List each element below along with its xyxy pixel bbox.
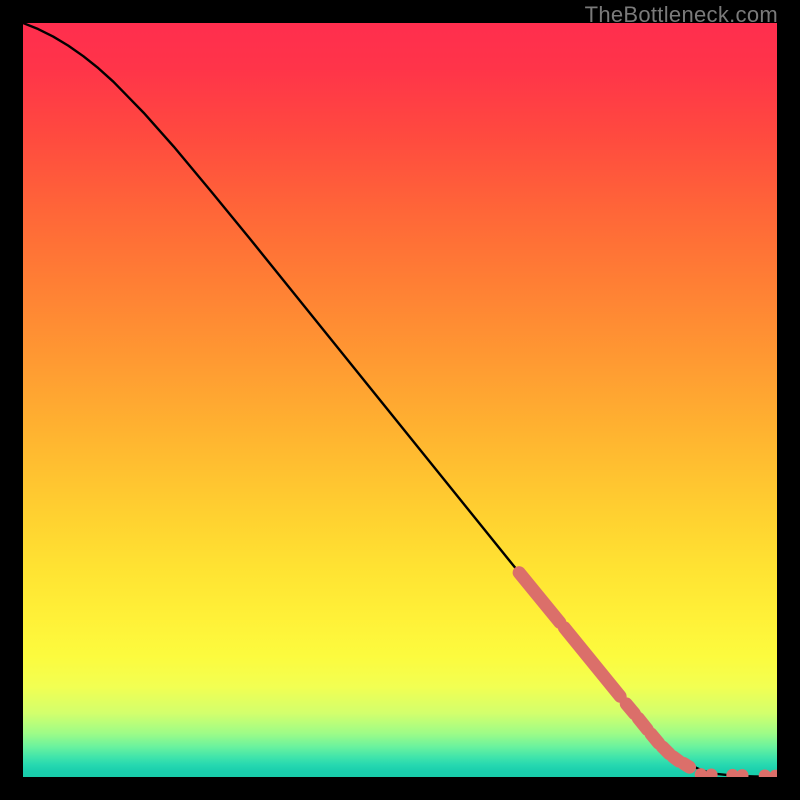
highlight-segment (626, 704, 634, 714)
highlight-segment (638, 718, 647, 729)
chart-svg (23, 23, 777, 777)
chart-stage: TheBottleneck.com (0, 0, 800, 800)
highlight-segment (684, 763, 690, 767)
plot-area (23, 23, 777, 777)
highlight-segment (651, 734, 659, 743)
gradient-background (23, 23, 777, 777)
